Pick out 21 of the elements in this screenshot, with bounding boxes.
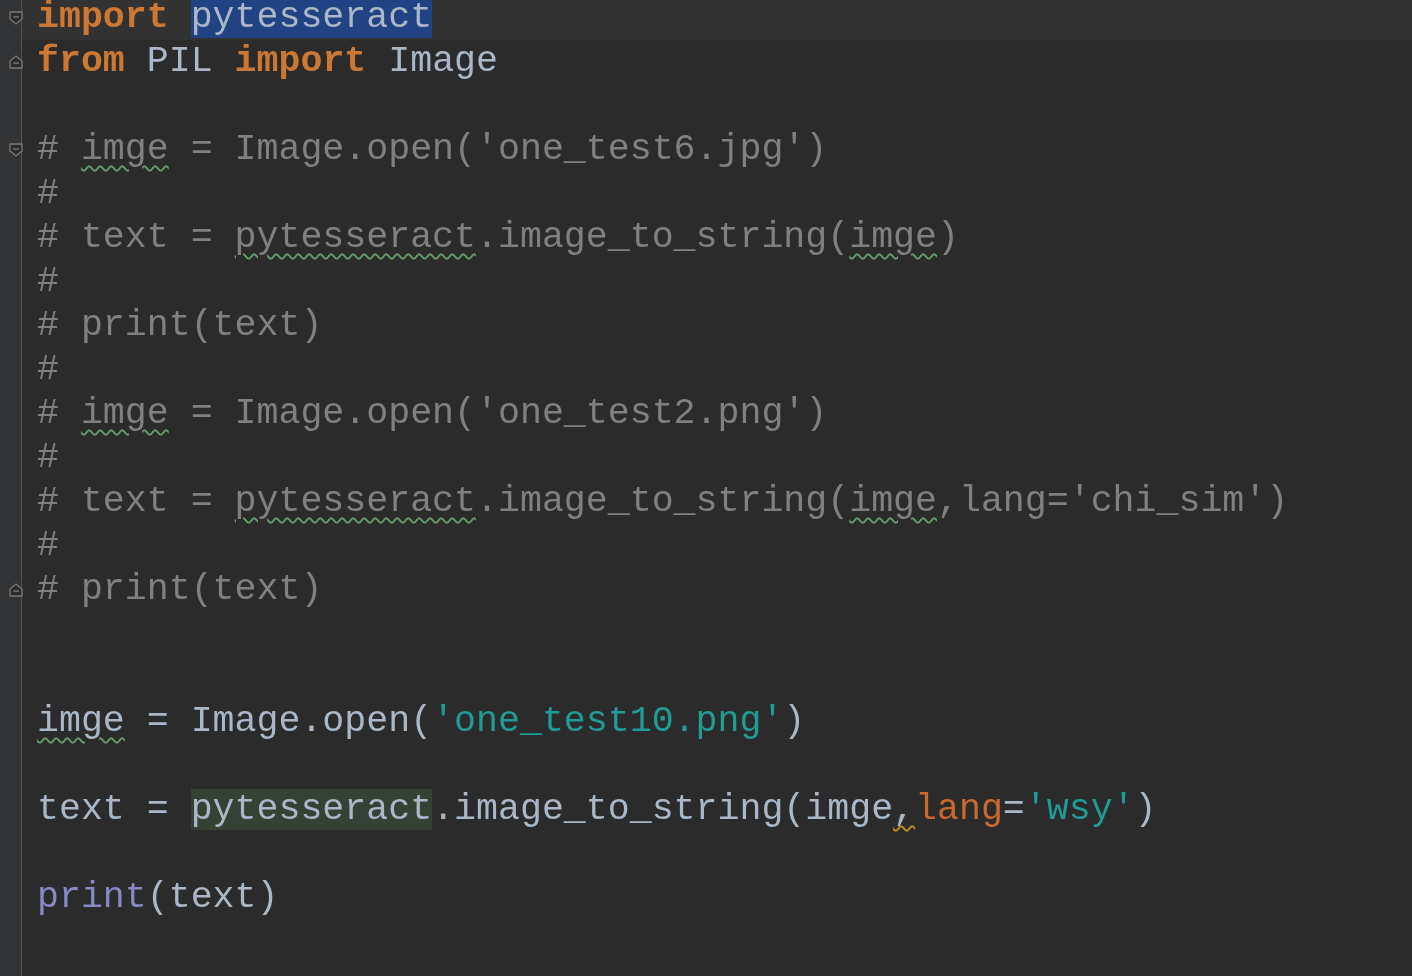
code-line: # imge = Image.open('one_test2.png') (37, 392, 828, 436)
code-line: # (37, 436, 59, 480)
fold-icon[interactable] (9, 55, 23, 69)
code-line: print(text) (37, 876, 279, 920)
code-line: # (37, 260, 59, 304)
code-line: # (37, 172, 59, 216)
code-line: # text = pytesseract.image_to_string(imge) (37, 216, 959, 260)
fold-icon[interactable] (9, 583, 23, 597)
code-line: # (37, 524, 59, 568)
code-line: # print(text) (37, 304, 323, 348)
fold-icon[interactable] (9, 143, 23, 157)
code-line: import pytesseract (37, 0, 433, 40)
fold-icon[interactable] (9, 11, 23, 25)
code-line: # print(text) (37, 568, 323, 612)
code-line: imge = Image.open('one_test10.png') (37, 700, 806, 744)
code-line: # imge = Image.open('one_test6.jpg') (37, 128, 828, 172)
code-line: # (37, 348, 59, 392)
code-line: text = pytesseract.image_to_string(imge,lang='wsy') (37, 788, 1157, 832)
code-line: from PIL import Image (37, 40, 498, 84)
code-editor[interactable] (0, 0, 1412, 976)
code-line: # text = pytesseract.image_to_string(imge,lang='chi_sim') (37, 480, 1289, 524)
